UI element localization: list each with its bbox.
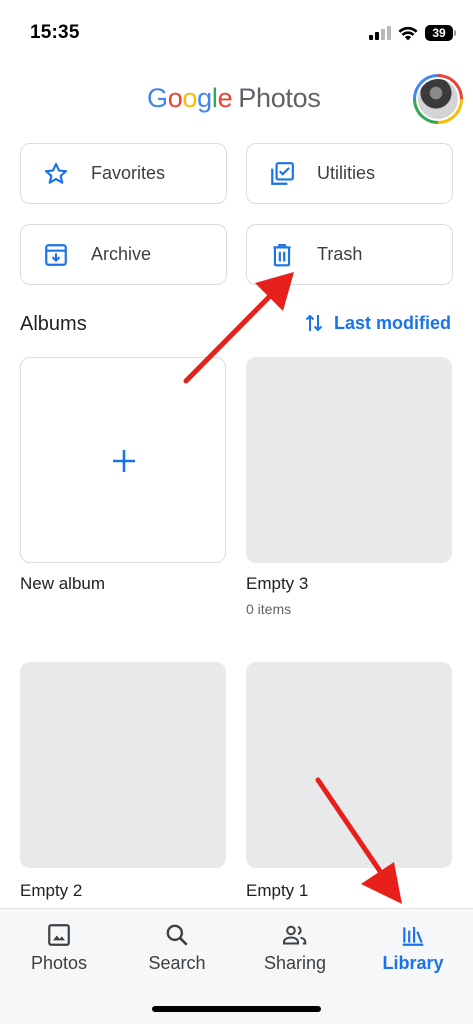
albums-heading: Albums [20,313,87,335]
archive-button[interactable]: Archive [20,224,227,285]
favorites-button[interactable]: Favorites [20,143,227,204]
library-icon [402,926,424,946]
sort-button[interactable]: Last modified [304,312,451,334]
battery-icon: 39 [425,25,456,41]
album-cover[interactable] [20,662,226,868]
logo-letter: G [147,83,168,113]
album-title: Empty 3 [246,574,309,593]
logo-wordmark: Google [147,83,233,113]
status-indicators: 39 [369,22,456,44]
status-bar: 15:35 39 [0,0,473,70]
nav-library[interactable]: Library [354,909,472,989]
home-indicator [152,1006,321,1012]
wifi-icon [398,26,418,40]
avatar-photo [418,79,458,119]
plus-icon [113,450,135,472]
album-title: Empty 2 [20,881,83,900]
new-album-tile[interactable] [20,357,226,563]
google-photos-logo: Google Photos [147,83,321,114]
utilities-checkbox-icon [271,162,294,185]
favorites-label: Favorites [91,163,166,183]
trash-label: Trash [317,244,363,264]
nav-label: Sharing [263,953,327,973]
sort-label: Last modified [333,312,451,333]
status-time: 15:35 [30,22,80,43]
star-icon [44,162,68,184]
nav-label: Library [382,953,444,973]
logo-photos-text: Photos [238,83,321,113]
trash-icon [273,243,291,267]
logo-letter: o [182,83,198,113]
people-icon [283,925,307,945]
utilities-button[interactable]: Utilities [246,143,453,204]
cellular-signal-icon [369,26,391,40]
logo-letter: o [167,83,183,113]
archive-label: Archive [91,244,152,264]
app-header: Google Photos [0,70,473,130]
nav-label: Photos [30,953,88,973]
album-title: New album [20,574,106,593]
account-avatar[interactable] [413,74,463,124]
album-item-count: 0 items [246,601,292,617]
archive-icon [45,244,67,266]
album-cover[interactable] [246,357,452,563]
nav-photos[interactable]: Photos [0,909,118,989]
utilities-label: Utilities [317,163,376,183]
sort-arrows-icon [305,314,323,332]
nav-search[interactable]: Search [118,909,236,989]
nav-label: Search [148,953,206,973]
search-icon [166,924,188,946]
photo-icon [48,924,70,946]
logo-letter: e [217,83,233,113]
album-cover[interactable] [246,662,452,868]
album-title: Empty 1 [246,881,309,900]
trash-button[interactable]: Trash [246,224,453,285]
logo-letter: g [197,83,212,113]
nav-sharing[interactable]: Sharing [236,909,354,989]
